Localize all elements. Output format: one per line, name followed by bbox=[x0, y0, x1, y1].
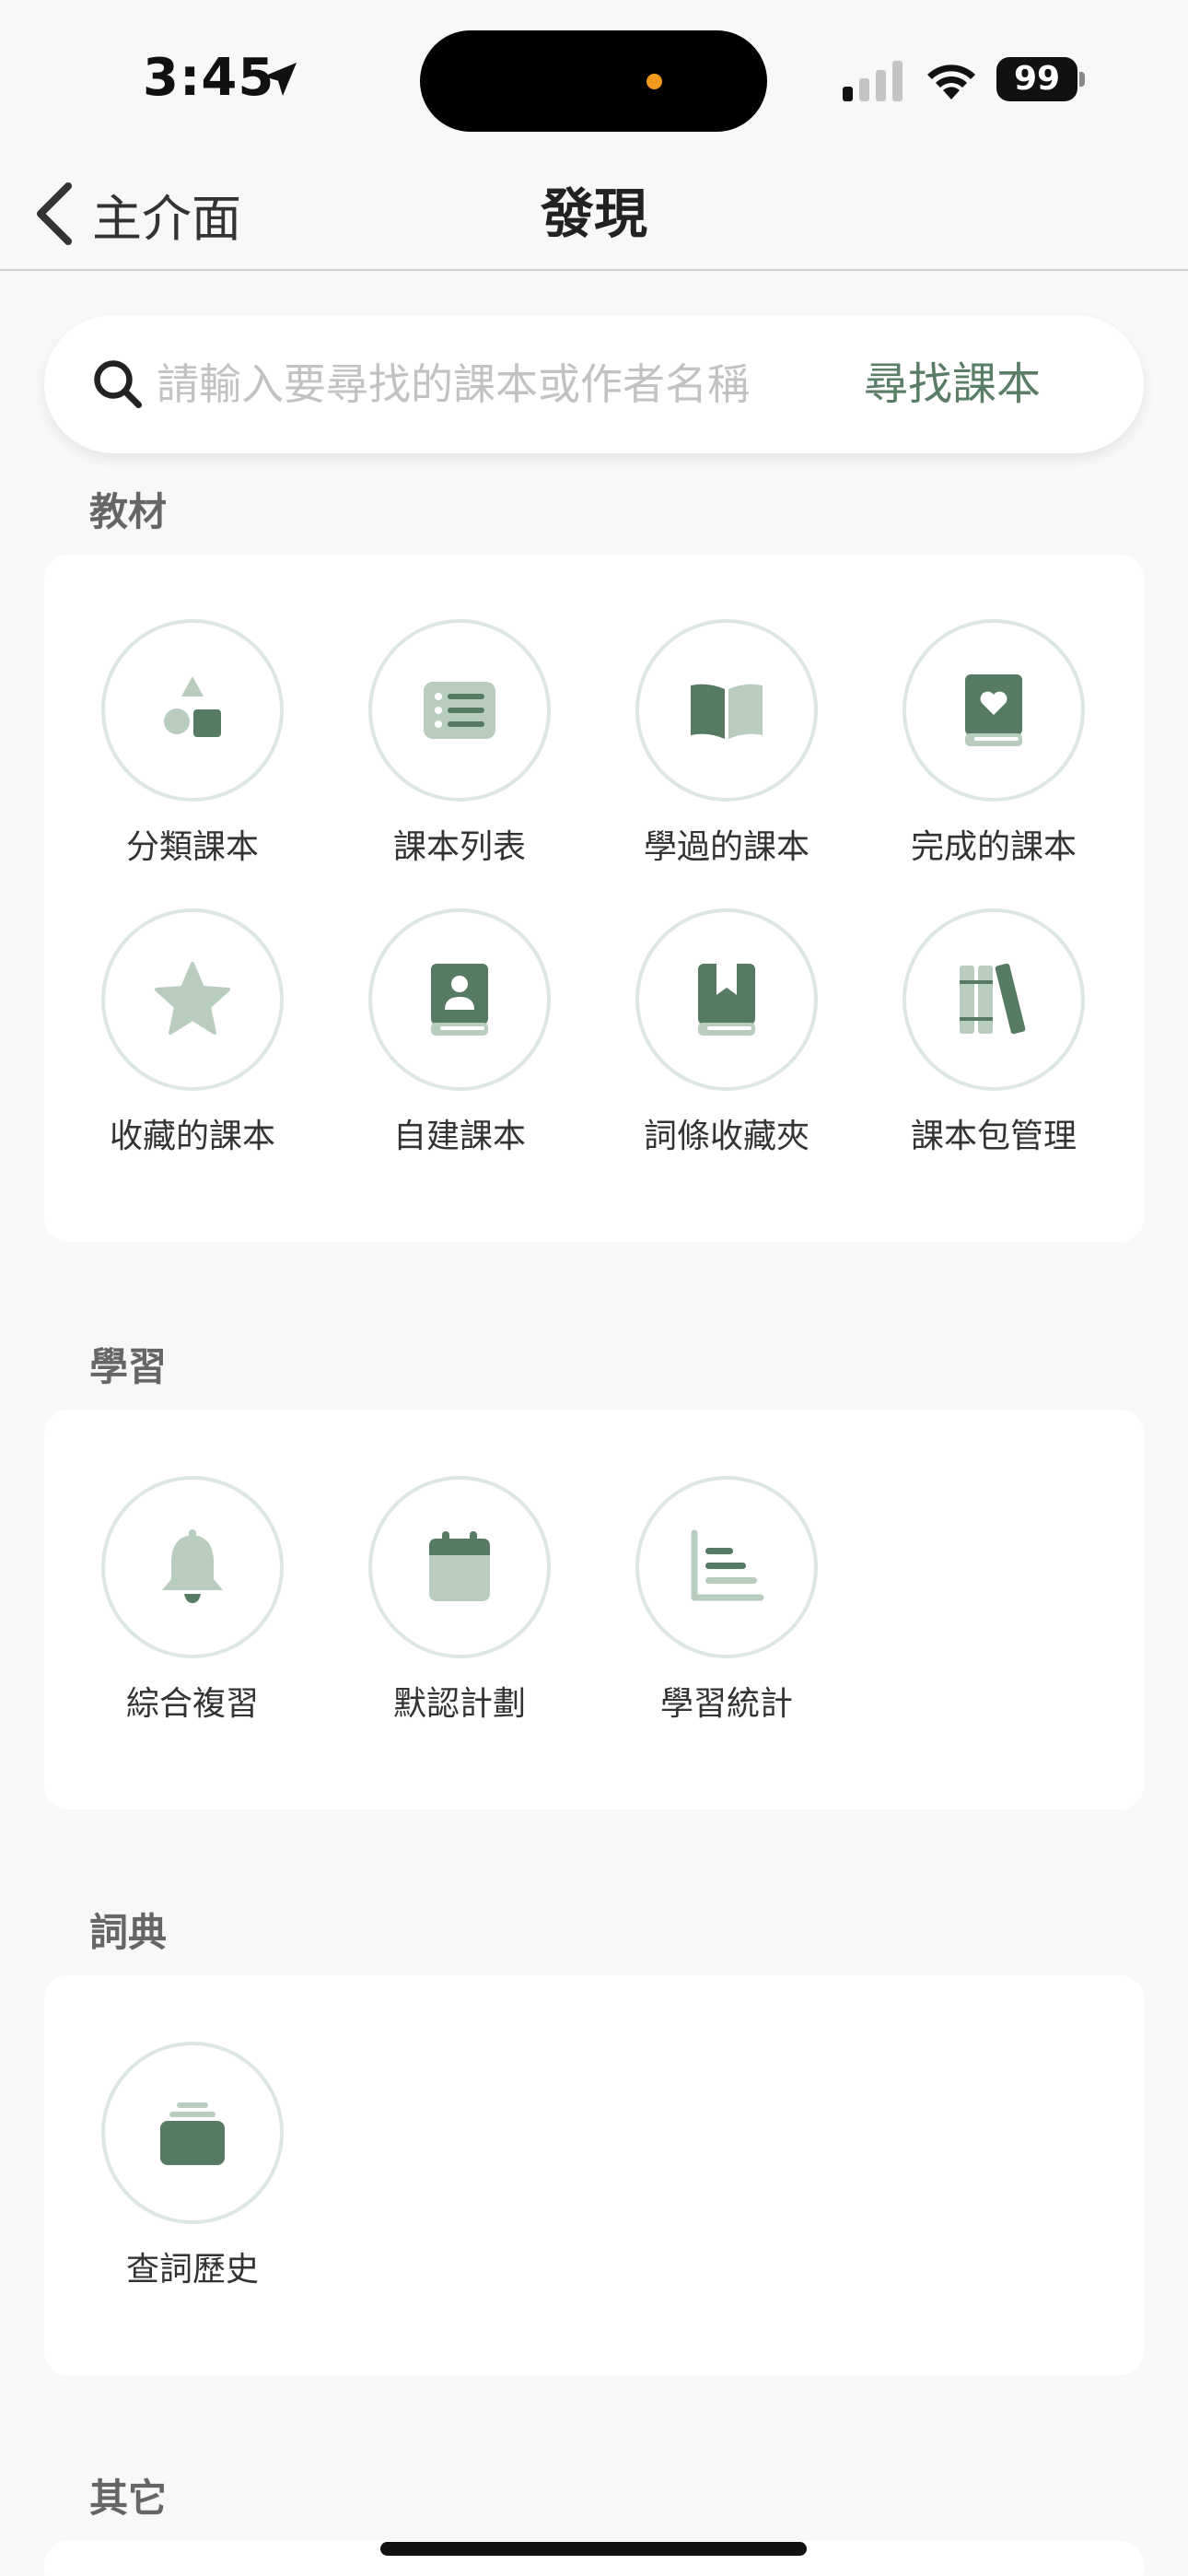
bell-icon bbox=[162, 1529, 223, 1603]
star-icon bbox=[155, 962, 230, 1035]
status-bar: 3:45 99 bbox=[0, 0, 1188, 157]
item-label: 學習統計 bbox=[659, 1685, 793, 1723]
battery-level: 99 bbox=[996, 57, 1077, 101]
contact-book-icon bbox=[431, 964, 488, 1036]
icon-circle bbox=[635, 908, 818, 1091]
completed-textbooks-button[interactable]: 完成的課本 bbox=[860, 619, 1127, 896]
search-icon bbox=[94, 360, 142, 408]
item-label: 綜合複習 bbox=[125, 1685, 259, 1723]
heart-book-icon bbox=[965, 674, 1022, 746]
shapes-icon bbox=[164, 676, 221, 737]
search-input[interactable] bbox=[157, 352, 838, 416]
icon-circle bbox=[368, 1476, 551, 1658]
textbook-pack-management-button[interactable]: 課本包管理 bbox=[860, 908, 1127, 1185]
textbook-list-button[interactable]: 課本列表 bbox=[326, 619, 593, 896]
item-label: 課本包管理 bbox=[910, 1118, 1077, 1155]
books-shelf-icon bbox=[960, 963, 1026, 1035]
battery-cap bbox=[1079, 72, 1085, 87]
icon-circle bbox=[101, 1476, 284, 1658]
bar-chart-icon bbox=[691, 1529, 764, 1601]
open-book-icon bbox=[691, 684, 763, 739]
page-title: 發現 bbox=[540, 182, 647, 245]
icon-circle bbox=[903, 619, 1085, 802]
category-textbooks-button[interactable]: 分類課本 bbox=[59, 619, 326, 896]
learning-statistics-button[interactable]: 學習統計 bbox=[593, 1476, 860, 1752]
item-label: 課本列表 bbox=[392, 828, 526, 866]
cellular-signal-icon bbox=[843, 61, 903, 101]
materials-card: 分類課本 課本列表 學過的課本 完成的課本 收藏的課本 自建課本 詞條收藏夾 課… bbox=[44, 555, 1144, 1242]
default-plan-button[interactable]: 默認計劃 bbox=[326, 1476, 593, 1752]
item-label: 分類課本 bbox=[125, 828, 259, 866]
item-label: 完成的課本 bbox=[910, 828, 1077, 866]
list-icon bbox=[424, 682, 495, 739]
stack-icon bbox=[160, 2102, 225, 2165]
lookup-history-button[interactable]: 查詞歷史 bbox=[59, 2042, 326, 2318]
icon-circle bbox=[368, 619, 551, 802]
location-arrow-icon bbox=[263, 63, 297, 96]
search-bar: 尋找課本 bbox=[44, 315, 1144, 453]
icon-circle bbox=[635, 1476, 818, 1658]
dynamic-island bbox=[420, 30, 767, 132]
studied-textbooks-button[interactable]: 學過的課本 bbox=[593, 619, 860, 896]
icon-circle bbox=[101, 619, 284, 802]
icon-circle bbox=[101, 908, 284, 1091]
battery-indicator: 99 bbox=[996, 57, 1085, 101]
home-indicator[interactable] bbox=[380, 2542, 807, 2556]
icon-circle bbox=[368, 908, 551, 1091]
section-title-other: 其它 bbox=[89, 2476, 168, 2521]
item-label: 學過的課本 bbox=[643, 828, 809, 866]
icon-circle bbox=[101, 2042, 284, 2224]
section-title-learning: 學習 bbox=[89, 1344, 168, 1389]
comprehensive-review-button[interactable]: 綜合複習 bbox=[59, 1476, 326, 1752]
dictionary-card: 查詞歷史 bbox=[44, 1975, 1144, 2375]
item-label: 收藏的課本 bbox=[109, 1118, 275, 1155]
calendar-icon bbox=[429, 1531, 490, 1601]
item-label: 默認計劃 bbox=[392, 1685, 526, 1723]
word-favorites-button[interactable]: 詞條收藏夾 bbox=[593, 908, 860, 1185]
find-textbook-button[interactable]: 尋找課本 bbox=[864, 352, 1041, 416]
navigation-bar: 主介面 發現 bbox=[0, 157, 1188, 271]
privacy-indicator-dot bbox=[646, 74, 662, 89]
custom-textbooks-button[interactable]: 自建課本 bbox=[326, 908, 593, 1185]
icon-circle bbox=[903, 908, 1085, 1091]
section-title-dictionary: 詞典 bbox=[89, 1910, 168, 1955]
wifi-icon bbox=[927, 64, 975, 100]
item-label: 查詞歷史 bbox=[125, 2251, 259, 2289]
item-label: 自建課本 bbox=[392, 1118, 526, 1155]
favorite-textbooks-button[interactable]: 收藏的課本 bbox=[59, 908, 326, 1185]
status-time: 3:45 bbox=[143, 48, 275, 108]
bookmark-book-icon bbox=[698, 964, 755, 1036]
learning-card: 綜合複習 默認計劃 學習統計 bbox=[44, 1410, 1144, 1809]
item-label: 詞條收藏夾 bbox=[643, 1118, 809, 1155]
section-title-materials: 教材 bbox=[89, 489, 168, 534]
icon-circle bbox=[635, 619, 818, 802]
